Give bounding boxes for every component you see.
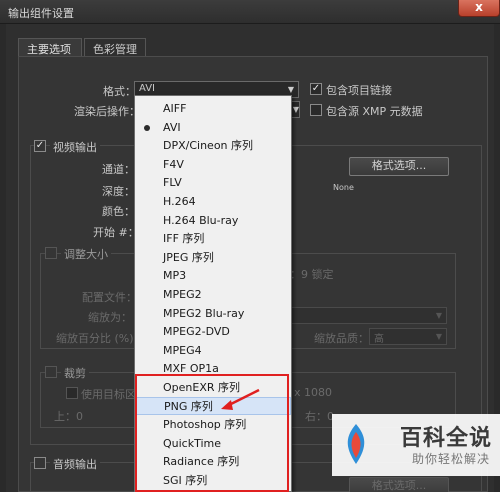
annotation-arrow-icon — [221, 388, 260, 410]
dropdown-item-mpeg2-bluray[interactable]: MPEG2 Blu-ray — [135, 305, 291, 324]
use-target-area-checkbox[interactable] — [66, 387, 78, 399]
tab-color-management[interactable]: 色彩管理 — [84, 38, 146, 57]
video-output-checkbox[interactable]: ✓ — [34, 140, 46, 152]
preset-label: 配置文件： — [82, 291, 137, 304]
resize-lock-text: ：9 锁定 — [290, 268, 334, 281]
format-label: 格式： — [103, 85, 136, 98]
audio-format-options-button[interactable]: 格式选项... — [349, 477, 449, 492]
audio-output-label: 音频输出 — [50, 456, 100, 472]
resize-label: 调整大小 — [61, 246, 111, 262]
dropdown-item-h264[interactable]: H.264 — [135, 193, 291, 212]
dropdown-item-mpeg2[interactable]: MPEG2 — [135, 286, 291, 305]
video-format-options-button[interactable]: 格式选项... — [349, 157, 449, 176]
dropdown-item-aiff[interactable]: AIFF — [135, 100, 291, 119]
watermark: 百科全说 助你轻松解决 — [332, 414, 500, 476]
title-bar: 输出组件设置 x — [0, 0, 500, 24]
channels-label: 通道： — [102, 163, 135, 176]
close-button[interactable]: x — [458, 0, 500, 17]
dropdown-item-jpeg[interactable]: JPEG 序列 — [135, 249, 291, 268]
resize-to-label: 缩放为： — [88, 311, 132, 324]
include-project-link-checkbox[interactable]: ✓ — [310, 83, 322, 95]
dropdown-item-dpx-cineon[interactable]: DPX/Cineon 序列 — [135, 137, 291, 156]
resize-to-select[interactable]: ▼ — [290, 307, 447, 324]
dropdown-item-flv[interactable]: FLV — [135, 174, 291, 193]
dropdown-item-h264-bluray[interactable]: H.264 Blu-ray — [135, 212, 291, 231]
chevron-down-icon: ▼ — [292, 105, 299, 114]
include-xmp-checkbox[interactable] — [310, 104, 322, 116]
chevron-down-icon: ▼ — [435, 311, 442, 320]
resize-checkbox[interactable] — [45, 247, 57, 259]
color-label: 颜色： — [102, 205, 135, 218]
resize-quality-select[interactable]: 高 ▼ — [369, 328, 447, 345]
crop-checkbox[interactable] — [45, 366, 57, 378]
use-target-area-label: 使用目标区 — [81, 388, 136, 401]
audio-output-checkbox[interactable] — [34, 457, 46, 469]
video-output-label: 视频输出 — [50, 139, 100, 155]
dropdown-item-mp3[interactable]: MP3 — [135, 267, 291, 286]
crop-top-label: 上：0 — [54, 410, 83, 423]
chevron-down-icon: ▼ — [435, 332, 442, 341]
dropdown-item-mpeg4[interactable]: MPEG4 — [135, 342, 291, 361]
post-render-label: 渲染后操作： — [74, 105, 140, 118]
tab-main-options[interactable]: 主要选项 — [18, 38, 82, 57]
crop-label: 裁剪 — [61, 365, 89, 381]
dropdown-item-mpeg2-dvd[interactable]: MPEG2-DVD — [135, 323, 291, 342]
selected-bullet-icon — [144, 124, 150, 131]
include-project-link-label: 包含项目链接 — [326, 84, 392, 97]
watermark-subtitle: 助你轻松解决 — [411, 452, 490, 466]
resize-quality-label: 缩放品质： — [314, 332, 369, 345]
annotation-highlight-box — [135, 374, 289, 492]
chevron-down-icon: ▼ — [287, 85, 294, 94]
dropdown-item-f4v[interactable]: F4V — [135, 156, 291, 175]
dropdown-item-label: AVI — [163, 120, 181, 134]
include-xmp-label: 包含源 XMP 元数据 — [326, 105, 423, 118]
dropdown-item-avi[interactable]: AVI — [135, 119, 291, 138]
resize-quality-value: 高 — [374, 334, 384, 345]
depth-label: 深度： — [102, 185, 135, 198]
dropdown-item-iff[interactable]: IFF 序列 — [135, 230, 291, 249]
crop-right-label: 右：0 — [305, 410, 334, 423]
resize-percent-label: 缩放百分比 (%)： — [56, 332, 145, 345]
watermark-title: 百科全说 — [399, 426, 492, 451]
codec-value: None — [333, 183, 354, 192]
format-select-value: AVI — [139, 83, 155, 94]
start-number-label: 开始 #： — [93, 226, 139, 239]
window-title: 输出组件设置 — [8, 7, 74, 20]
crop-dimension-text: x 1080 — [294, 386, 333, 399]
